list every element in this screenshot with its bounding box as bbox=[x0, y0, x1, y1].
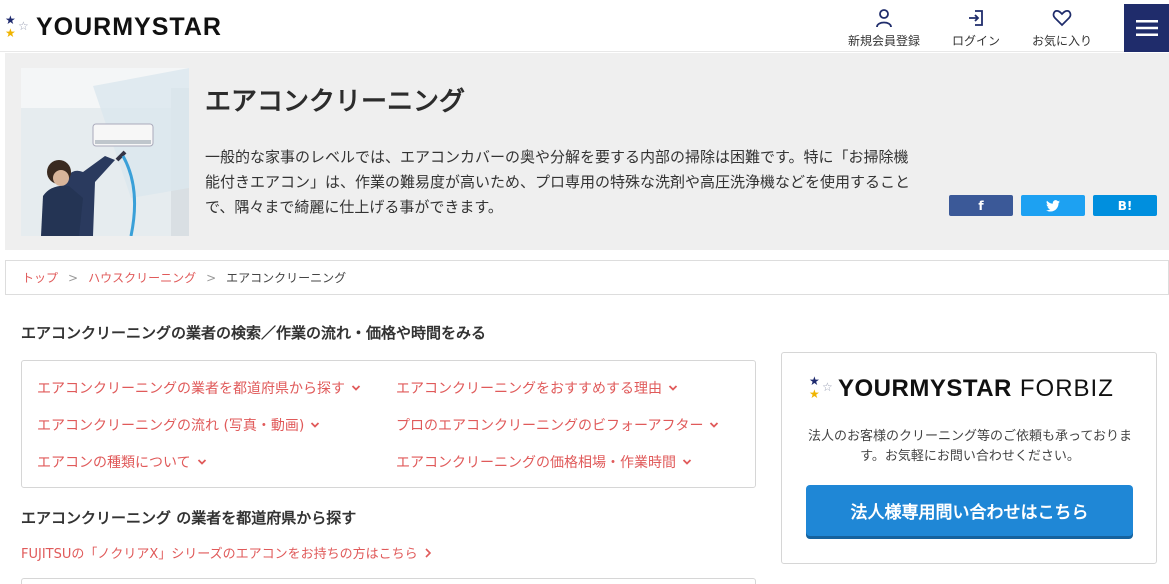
chevron-down-icon bbox=[710, 422, 719, 428]
logo-text: YOURMYSTAR bbox=[36, 12, 222, 41]
twitter-share-button[interactable] bbox=[1021, 195, 1085, 216]
user-icon bbox=[876, 9, 892, 28]
link-label: エアコンクリーニングの業者を都道府県から探す bbox=[37, 381, 345, 397]
section-title: エアコンクリーニングの業者の検索／作業の流れ・価格や時間をみる bbox=[21, 324, 487, 342]
hero-image bbox=[21, 68, 189, 236]
forbiz-panel: ★ ☆ ★ YOURMYSTAR FORBIZ 法人のお客様のクリーニング等のご依頼… bbox=[781, 352, 1157, 564]
link-price-time[interactable]: エアコンクリーニングの価格相場・作業時間 bbox=[396, 452, 692, 472]
favorites-button[interactable]: お気に入り bbox=[1017, 8, 1107, 49]
register-label: 新規会員登録 bbox=[847, 34, 920, 48]
prefecture-section-title: エアコンクリーニング の業者を都道府県から探す bbox=[21, 509, 357, 527]
link-aircon-types[interactable]: エアコンの種類について bbox=[37, 452, 207, 472]
link-label: エアコンクリーニングをおすすめする理由 bbox=[396, 381, 662, 397]
link-label: エアコンクリーニングの流れ (写真・動画) bbox=[37, 418, 305, 434]
twitter-icon bbox=[1046, 199, 1060, 212]
prefecture-list-box bbox=[21, 578, 756, 584]
favorites-label: お気に入り bbox=[1031, 34, 1092, 48]
login-label: ログイン bbox=[951, 34, 1000, 48]
facebook-share-button[interactable]: f bbox=[949, 195, 1013, 216]
chevron-right-icon bbox=[425, 547, 431, 558]
link-before-after[interactable]: プロのエアコンクリーニングのビフォーアフター bbox=[396, 415, 719, 435]
fujitsu-link-label: FUJITSUの「ノクリアX」シリーズのエアコンをお持ちの方はこちら bbox=[21, 547, 418, 562]
hero-section: エアコンクリーニング 一般的な家事のレベルでは、エアコンカバーの奥や分解を要する… bbox=[5, 53, 1169, 250]
breadcrumb-house-cleaning-link[interactable]: ハウスクリーニング bbox=[88, 269, 196, 286]
forbiz-logo-sub: FORBIZ bbox=[1019, 375, 1114, 402]
chevron-down-icon bbox=[682, 459, 692, 465]
login-icon bbox=[969, 10, 983, 26]
link-label: プロのエアコンクリーニングのビフォーアフター bbox=[396, 418, 704, 434]
heart-icon bbox=[1052, 10, 1072, 27]
hamburger-icon bbox=[1135, 20, 1158, 36]
menu-button[interactable] bbox=[1124, 4, 1169, 52]
forbiz-logo-text: YOURMYSTAR bbox=[838, 375, 1012, 402]
hatena-bookmark-button[interactable]: B! bbox=[1093, 195, 1157, 216]
logo-stars-icon: ★ ☆ ★ bbox=[809, 374, 833, 401]
fujitsu-nocria-link[interactable]: FUJITSUの「ノクリアX」シリーズのエアコンをお持ちの方はこちら bbox=[21, 543, 432, 562]
chevron-down-icon bbox=[668, 385, 678, 391]
link-label: エアコンの種類について bbox=[37, 455, 191, 471]
hatena-icon: B! bbox=[1117, 198, 1133, 213]
login-button[interactable]: ログイン bbox=[931, 8, 1021, 49]
breadcrumb-separator: > bbox=[206, 270, 217, 285]
page-title: エアコンクリーニング bbox=[205, 87, 466, 117]
breadcrumb-separator: > bbox=[68, 270, 79, 285]
breadcrumb: トップ > ハウスクリーニング > エアコンクリーニング bbox=[5, 260, 1169, 295]
link-label: エアコンクリーニングの価格相場・作業時間 bbox=[396, 455, 676, 471]
chevron-down-icon bbox=[311, 422, 320, 428]
forbiz-description: 法人のお客様のクリーニング等のご依頼も承っております。お気軽にお問い合わせくださ… bbox=[808, 429, 1132, 464]
link-search-by-prefecture[interactable]: エアコンクリーニングの業者を都道府県から探す bbox=[37, 378, 361, 398]
breadcrumb-current: エアコンクリーニング bbox=[226, 271, 347, 285]
anchor-links-box: エアコンクリーニングの業者を都道府県から探す エアコンクリーニングをおすすめする… bbox=[21, 360, 756, 488]
link-work-flow[interactable]: エアコンクリーニングの流れ (写真・動画) bbox=[37, 415, 320, 435]
register-button[interactable]: 新規会員登録 bbox=[839, 8, 929, 49]
site-logo[interactable]: ★ ☆ ★ YOURMYSTAR bbox=[4, 11, 222, 43]
chevron-down-icon bbox=[351, 385, 361, 391]
link-recommend-reasons[interactable]: エアコンクリーニングをおすすめする理由 bbox=[396, 378, 678, 398]
breadcrumb-top-link[interactable]: トップ bbox=[22, 269, 58, 286]
corporate-inquiry-button[interactable]: 法人様専用問い合わせはこちら bbox=[806, 485, 1133, 536]
forbiz-logo[interactable]: ★ ☆ ★ YOURMYSTAR FORBIZ bbox=[808, 373, 1114, 405]
page-description: 一般的な家事のレベルでは、エアコンカバーの奥や分解を要する内部の掃除は困難です。… bbox=[205, 148, 911, 216]
logo-stars-icon: ★ ☆ ★ bbox=[5, 13, 29, 40]
facebook-icon: f bbox=[978, 198, 984, 213]
chevron-down-icon bbox=[197, 459, 206, 465]
site-header: ★ ☆ ★ YOURMYSTAR 新規会員登録 ログイン お気に入り bbox=[0, 0, 1169, 52]
